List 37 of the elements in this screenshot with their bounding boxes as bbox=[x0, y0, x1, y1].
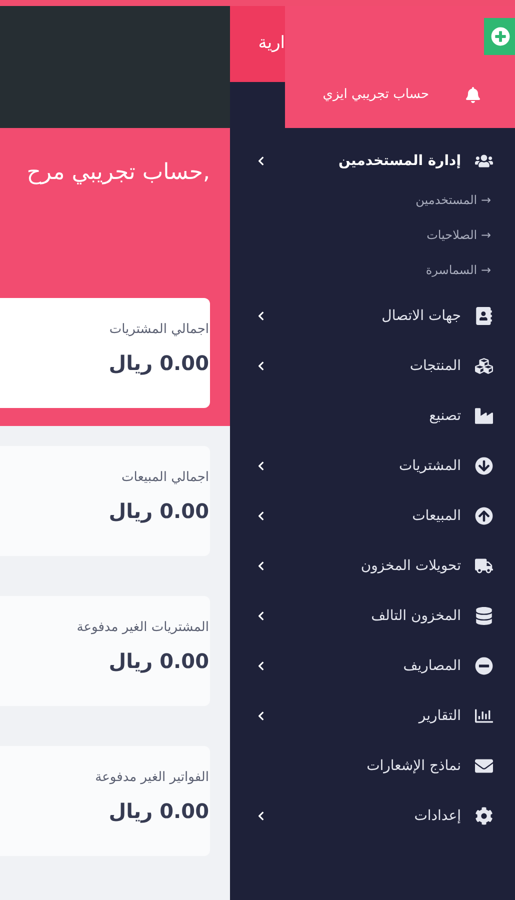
truck-icon bbox=[475, 557, 493, 575]
plus-icon bbox=[491, 27, 510, 46]
address-book-icon bbox=[475, 307, 493, 325]
sidebar-item[interactable]: تصنيع bbox=[230, 391, 515, 441]
stat-value: 0.00 ريال bbox=[108, 798, 209, 825]
add-button[interactable] bbox=[484, 18, 515, 55]
submenu-item[interactable]: → الصلاحيات bbox=[426, 226, 491, 244]
cubes-icon bbox=[475, 357, 493, 375]
stat-value: 0.00 ريال bbox=[108, 498, 209, 525]
bell-icon[interactable] bbox=[465, 86, 481, 103]
sidebar-item[interactable]: إدارة المستخدمين bbox=[230, 136, 515, 186]
factory-icon bbox=[475, 407, 493, 425]
section-tab[interactable]: ارية bbox=[230, 6, 285, 82]
sidebar-item[interactable]: المنتجات bbox=[230, 341, 515, 391]
submenu-item[interactable]: → المستخدمين bbox=[416, 190, 491, 208]
sidebar-item[interactable]: المخزون التالف bbox=[230, 591, 515, 641]
sidebar-item[interactable]: المصاريف bbox=[230, 641, 515, 691]
stat-value: 0.00 ريال bbox=[108, 350, 209, 377]
stat-label: المشتريات الغير مدفوعة bbox=[76, 619, 209, 637]
stat-label: اجمالي المشتريات bbox=[109, 321, 209, 339]
database-icon bbox=[475, 607, 493, 625]
settings-icon bbox=[475, 807, 493, 825]
sidebar-item[interactable]: المشتريات bbox=[230, 441, 515, 491]
sidebar-item[interactable]: التقارير bbox=[230, 691, 515, 741]
welcome-text: حساب تجريبي مرح, bbox=[26, 159, 210, 187]
sidebar-item[interactable]: نماذج الإشعارات bbox=[230, 741, 515, 791]
envelope-icon bbox=[475, 757, 493, 775]
submenu-item[interactable]: → السماسرة bbox=[426, 260, 491, 278]
sidebar-item[interactable]: إعدادات bbox=[230, 791, 515, 841]
sidebar-item[interactable]: المبيعات bbox=[230, 491, 515, 541]
stat-label: اجمالي المبيعات bbox=[122, 469, 209, 487]
bar-chart-icon bbox=[475, 707, 493, 725]
sidebar-item[interactable]: تحويلات المخزون bbox=[230, 541, 515, 591]
users-icon bbox=[475, 152, 493, 170]
stat-label: الفواتير الغير مدفوعة bbox=[95, 769, 209, 787]
sidebar-item[interactable]: جهات الاتصال bbox=[230, 291, 515, 341]
stat-value: 0.00 ريال bbox=[108, 648, 209, 675]
